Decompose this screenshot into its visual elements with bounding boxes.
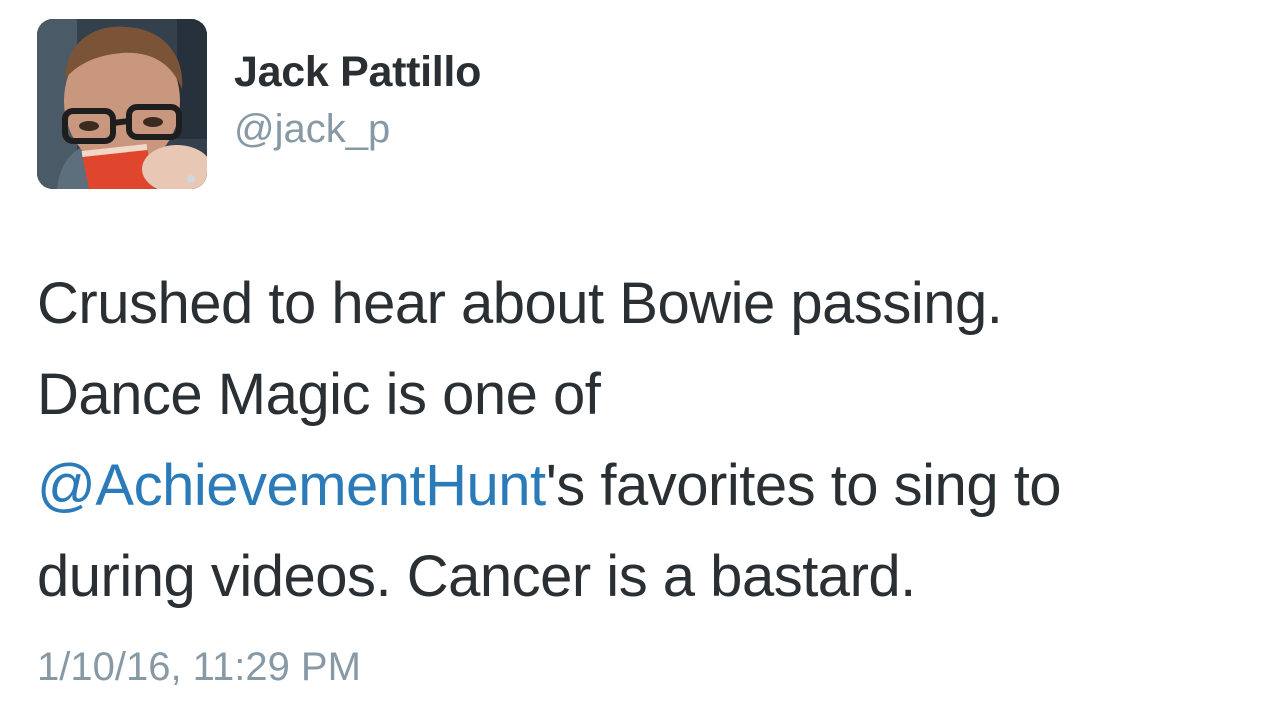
author-handle[interactable]: @jack_p [234,107,390,152]
avatar[interactable] [37,19,207,189]
tweet-line: during videos. Cancer is a bastard. [37,544,916,609]
mention-link[interactable]: @AchievementHunt [37,453,546,518]
tweet-timestamp[interactable]: 1/10/16, 11:29 PM [37,645,361,690]
tweet-line: Crushed to hear about Bowie passing. [37,271,1003,336]
avatar-photo [37,19,207,189]
author-name[interactable]: Jack Pattillo [234,48,481,97]
tweet-text: Crushed to hear about Bowie passing. Dan… [37,258,1257,622]
tweet-line: @AchievementHunt's favorites to sing to [37,440,1257,531]
tweet-card: Jack Pattillo @jack_p Crushed to hear ab… [0,0,1280,723]
tweet-line-rest: 's favorites to sing to [545,453,1062,518]
tweet-line: Dance Magic is one of [37,362,601,427]
